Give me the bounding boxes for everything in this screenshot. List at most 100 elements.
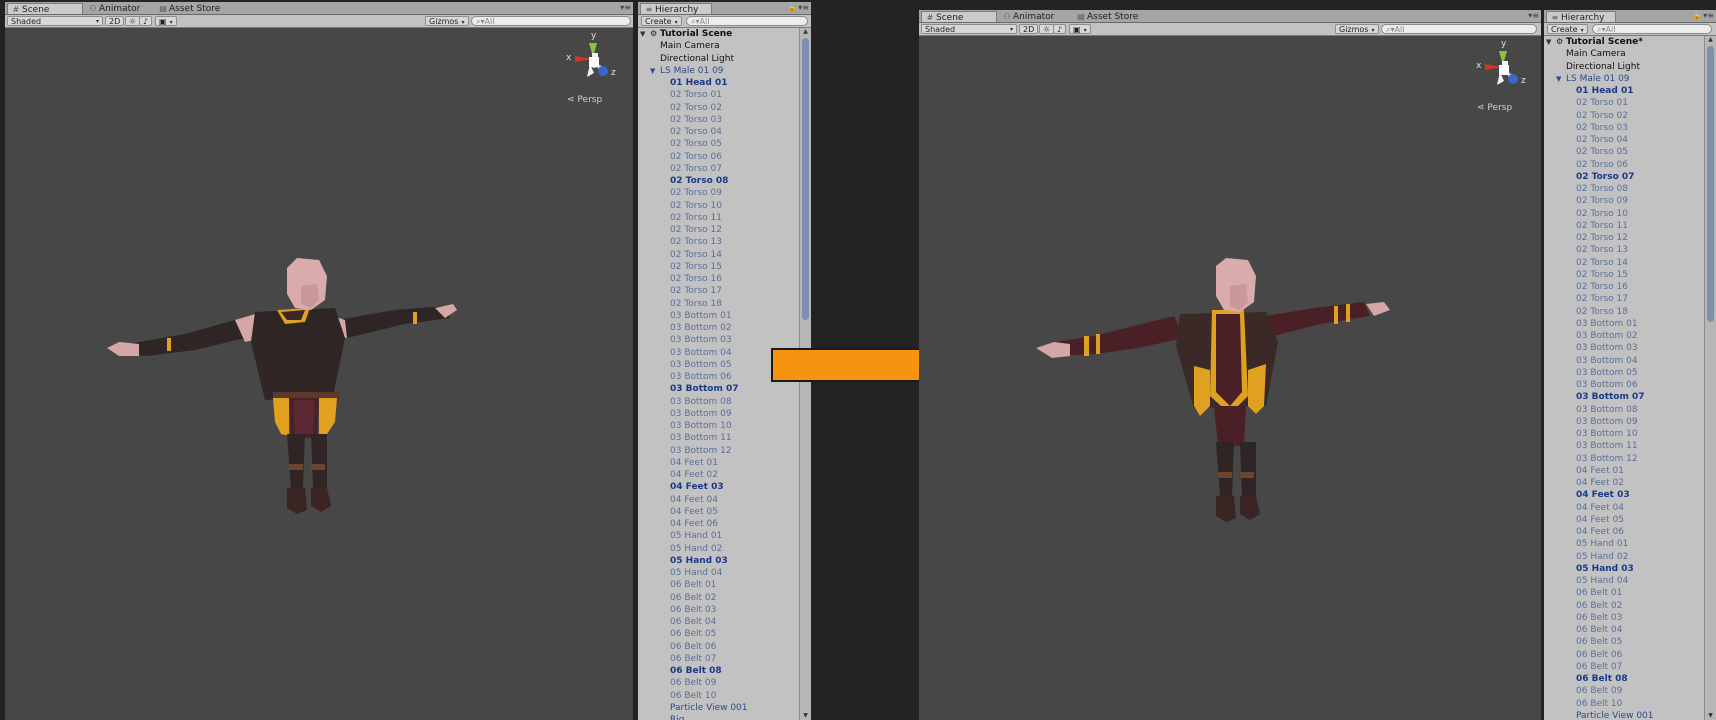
list-item[interactable]: 06 Belt 05: [1544, 636, 1704, 648]
scene-search-input[interactable]: ⌕▾All: [471, 16, 631, 26]
list-item[interactable]: Particle View 001: [1544, 710, 1704, 720]
scene-viewport[interactable]: y x z ⋖ Persp: [919, 36, 1541, 720]
list-item[interactable]: 02 Torso 18: [638, 298, 799, 310]
hierarchy-search-input[interactable]: ⌕▾All: [1592, 24, 1712, 34]
list-item[interactable]: 02 Torso 09: [638, 187, 799, 199]
list-item[interactable]: 05 Hand 03: [1544, 563, 1704, 575]
list-item[interactable]: 03 Bottom 11: [638, 432, 799, 444]
list-item[interactable]: Main Camera: [638, 40, 799, 52]
list-item[interactable]: 06 Belt 06: [638, 641, 799, 653]
list-item[interactable]: 03 Bottom 11: [1544, 440, 1704, 452]
list-item[interactable]: 02 Torso 12: [1544, 232, 1704, 244]
list-item[interactable]: 03 Bottom 09: [638, 408, 799, 420]
list-item[interactable]: 02 Torso 11: [1544, 220, 1704, 232]
list-item[interactable]: 05 Hand 04: [638, 567, 799, 579]
expand-arrow-icon[interactable]: ▼: [1556, 73, 1566, 85]
list-item[interactable]: 02 Torso 10: [638, 200, 799, 212]
gizmos-dropdown[interactable]: Gizmos ▾: [425, 16, 469, 26]
scroll-up-arrow-icon[interactable]: ▲: [800, 28, 811, 36]
gizmos-dropdown[interactable]: Gizmos ▾: [1335, 24, 1379, 34]
scroll-up-arrow-icon[interactable]: ▲: [1705, 36, 1716, 44]
create-dropdown[interactable]: Create ▾: [641, 16, 682, 26]
list-item[interactable]: 05 Hand 02: [638, 543, 799, 555]
list-item[interactable]: 02 Torso 17: [638, 285, 799, 297]
list-item[interactable]: 06 Belt 08: [1544, 673, 1704, 685]
list-item[interactable]: 01 Head 01: [1544, 85, 1704, 97]
list-item[interactable]: 06 Belt 01: [1544, 587, 1704, 599]
panel-menu-icon[interactable]: ▾≡: [798, 3, 809, 13]
list-item[interactable]: 02 Torso 03: [638, 114, 799, 126]
scroll-down-arrow-icon[interactable]: ▼: [800, 712, 811, 720]
list-item[interactable]: 02 Torso 12: [638, 224, 799, 236]
2d-toggle[interactable]: 2D: [1019, 24, 1039, 34]
list-item[interactable]: 02 Torso 18: [1544, 306, 1704, 318]
expand-arrow-icon[interactable]: ▼: [640, 28, 650, 40]
tab-asset-store[interactable]: ▤ Asset Store: [155, 3, 226, 14]
tab-animator[interactable]: ⚇ Animator: [85, 3, 146, 14]
list-item[interactable]: Rig: [638, 714, 799, 720]
expand-arrow-icon[interactable]: ▼: [650, 65, 660, 77]
list-item[interactable]: 04 Feet 06: [1544, 526, 1704, 538]
list-item[interactable]: 03 Bottom 10: [638, 420, 799, 432]
list-item[interactable]: 03 Bottom 06: [1544, 379, 1704, 391]
expand-arrow-icon[interactable]: ▼: [1546, 36, 1556, 48]
list-item[interactable]: 03 Bottom 04: [1544, 355, 1704, 367]
shading-mode-dropdown[interactable]: Shaded ▾: [7, 16, 103, 26]
tab-hierarchy[interactable]: ≡ Hierarchy: [1546, 11, 1616, 23]
list-item[interactable]: 05 Hand 01: [1544, 538, 1704, 550]
list-item[interactable]: 02 Torso 07: [1544, 171, 1704, 183]
list-item[interactable]: 03 Bottom 03: [1544, 342, 1704, 354]
list-item[interactable]: 04 Feet 02: [638, 469, 799, 481]
list-item[interactable]: Particle View 001: [638, 702, 799, 714]
tab-hierarchy[interactable]: ≡ Hierarchy: [640, 3, 712, 15]
orientation-gizmo[interactable]: y x z ⋖ Persp: [561, 31, 625, 107]
lighting-toggle[interactable]: ☼: [1039, 24, 1055, 34]
audio-toggle[interactable]: ♪: [1053, 24, 1067, 34]
list-item[interactable]: 02 Torso 09: [1544, 195, 1704, 207]
list-item[interactable]: 02 Torso 08: [638, 175, 799, 187]
scene-root-item[interactable]: ▼ ⚙ Tutorial Scene: [638, 28, 799, 40]
panel-menu-icon[interactable]: ▾≡: [620, 3, 631, 13]
list-item[interactable]: 02 Torso 15: [638, 261, 799, 273]
list-item[interactable]: 03 Bottom 08: [1544, 404, 1704, 416]
list-item[interactable]: 02 Torso 16: [1544, 281, 1704, 293]
orientation-gizmo[interactable]: y x z ⋖ Persp: [1471, 39, 1535, 115]
list-item[interactable]: 02 Torso 15: [1544, 269, 1704, 281]
lighting-toggle[interactable]: ☼: [125, 16, 141, 26]
list-item[interactable]: 06 Belt 08: [638, 665, 799, 677]
character-root-item[interactable]: ▼ LS Male 01 09: [638, 65, 799, 77]
list-item[interactable]: 01 Head 01: [638, 77, 799, 89]
list-item[interactable]: 02 Torso 07: [638, 163, 799, 175]
list-item[interactable]: 02 Torso 06: [1544, 159, 1704, 171]
list-item[interactable]: 04 Feet 04: [638, 494, 799, 506]
list-item[interactable]: 03 Bottom 12: [1544, 453, 1704, 465]
list-item[interactable]: 02 Torso 03: [1544, 122, 1704, 134]
list-item[interactable]: 06 Belt 04: [638, 616, 799, 628]
list-item[interactable]: 06 Belt 10: [1544, 698, 1704, 710]
projection-toggle[interactable]: ⋖ Persp: [567, 95, 602, 105]
scroll-thumb[interactable]: [1707, 46, 1714, 322]
hierarchy-list[interactable]: ▼ ⚙ Tutorial Scene* Main Camera Directiona…: [1544, 36, 1704, 720]
list-item[interactable]: 06 Belt 10: [638, 690, 799, 702]
list-item[interactable]: 04 Feet 05: [638, 506, 799, 518]
lock-icon[interactable]: 🔒: [787, 3, 797, 13]
list-item[interactable]: 05 Hand 02: [1544, 551, 1704, 563]
hierarchy-search-input[interactable]: ⌕▾All: [686, 16, 808, 26]
list-item[interactable]: 02 Torso 01: [638, 89, 799, 101]
list-item[interactable]: 04 Feet 03: [638, 481, 799, 493]
list-item[interactable]: 02 Torso 06: [638, 151, 799, 163]
effects-toggle[interactable]: ▣ ▾: [1069, 24, 1091, 34]
list-item[interactable]: 02 Torso 13: [1544, 244, 1704, 256]
list-item[interactable]: 04 Feet 05: [1544, 514, 1704, 526]
lock-icon[interactable]: 🔒: [1692, 11, 1702, 21]
list-item[interactable]: Directional Light: [638, 53, 799, 65]
list-item[interactable]: 05 Hand 01: [638, 530, 799, 542]
shading-mode-dropdown[interactable]: Shaded ▾: [921, 24, 1017, 34]
list-item[interactable]: Main Camera: [1544, 48, 1704, 60]
audio-toggle[interactable]: ♪: [139, 16, 153, 26]
list-item[interactable]: 03 Bottom 05: [1544, 367, 1704, 379]
list-item[interactable]: 04 Feet 06: [638, 518, 799, 530]
2d-toggle[interactable]: 2D: [105, 16, 125, 26]
list-item[interactable]: 03 Bottom 02: [1544, 330, 1704, 342]
list-item[interactable]: 02 Torso 04: [638, 126, 799, 138]
